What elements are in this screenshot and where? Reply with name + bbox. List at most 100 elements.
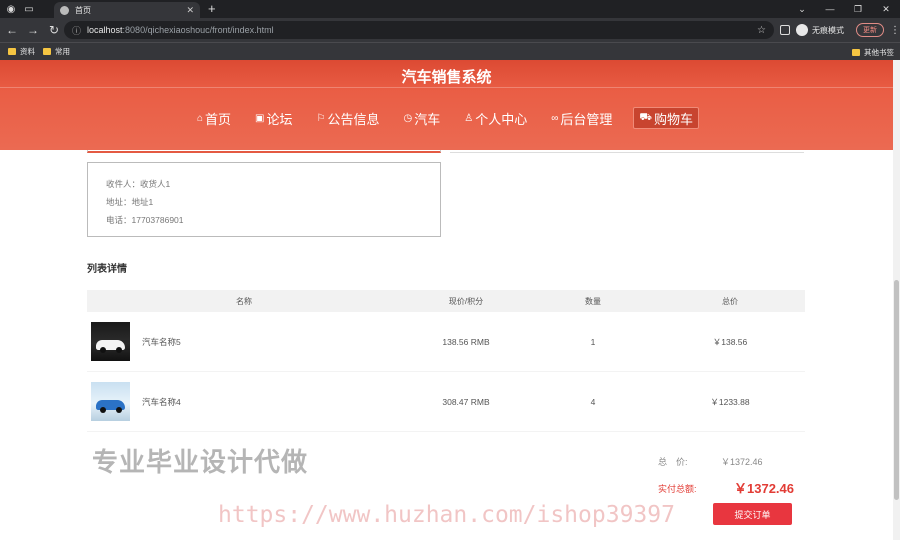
nav-label: 论坛 — [266, 111, 293, 127]
receiver-text: 收件人：收货人1 — [106, 179, 171, 189]
info-icon[interactable]: ⓘ — [72, 24, 81, 37]
scrollbar-thumb[interactable] — [894, 280, 899, 500]
site-header: 汽车销售系统 ⌂ 首页 ▣ 论坛 ⚐ 公告信息 ◷ 汽车 ♙ 个人中心 ∞ 后台管理 ⛟ 购物… — [0, 60, 893, 150]
chevron-down-icon[interactable]: ⌄ — [788, 0, 816, 18]
header-qty: 数量 — [585, 296, 601, 306]
watermark-text: 专业毕业设计代做 — [92, 447, 309, 477]
nav-item-notice[interactable]: ⚐ 公告信息 — [314, 107, 383, 129]
folder-icon — [43, 48, 51, 55]
window-controls: ⌄ — ❐ ✕ — [788, 0, 900, 18]
close-tab-icon[interactable]: ✕ — [186, 5, 194, 16]
total-value: ￥1372.46 — [721, 457, 763, 467]
nav-item-cart[interactable]: ⛟ 购物车 — [633, 107, 699, 129]
other-bookmarks[interactable]: 其他书签 — [852, 47, 894, 58]
forward-arrow-icon[interactable]: → — [24, 23, 42, 37]
restore-icon[interactable]: ❐ — [844, 0, 872, 18]
update-button[interactable]: 更新 — [856, 23, 884, 37]
nav-label: 购物车 — [653, 111, 693, 127]
total-label: 总 价: — [658, 457, 688, 467]
submit-order-button[interactable]: 提交订单 — [713, 503, 792, 525]
bookmark-folder-ziliao[interactable]: 资料 — [8, 46, 35, 57]
browser-toolbar: ← → ↻ ⓘ localhost:8080/qichexiaoshouc/fr… — [0, 18, 900, 42]
watermark-url: https://www.huzhan.com/ishop39397 — [218, 502, 675, 528]
flag-icon: ⚐ — [316, 112, 326, 124]
nav-label: 后台管理 — [560, 111, 613, 127]
paid-value: ￥1372.46 — [734, 481, 794, 496]
browser-tab-bar: ◉ ▭ 首页 ✕ + ⌄ — ❐ ✕ — [0, 0, 900, 18]
address-card-selected[interactable] — [87, 150, 441, 153]
car-thumbnail[interactable] — [91, 382, 130, 421]
site-title: 汽车销售系统 — [401, 69, 492, 86]
url-host: localhost — [87, 25, 123, 35]
clock-icon: ◷ — [403, 112, 413, 124]
cell-qty: 1 — [590, 336, 596, 347]
tab-strip-icon[interactable]: ▭ — [22, 2, 36, 16]
car-thumbnail[interactable] — [91, 322, 130, 361]
bookmark-folder-changyong[interactable]: 常用 — [43, 46, 70, 57]
phone-text: 电话：17703786901 — [106, 215, 184, 225]
product-name: 汽车名称4 — [142, 396, 181, 407]
wheel — [116, 347, 122, 353]
cart-icon: ⛟ — [639, 111, 652, 123]
star-icon[interactable]: ☆ — [757, 25, 766, 36]
incognito-indicator[interactable]: 无痕模式 — [796, 24, 844, 36]
bookmark-label: 常用 — [55, 47, 70, 56]
bookmark-label: 资料 — [20, 47, 35, 56]
list-title: 列表详情 — [87, 264, 127, 275]
nav-item-home[interactable]: ⌂ 首页 — [194, 107, 234, 129]
table-row: 汽车名称4 308.47 RMB 4 ￥1233.88 — [87, 372, 805, 432]
other-bookmarks-label: 其他书签 — [864, 48, 894, 57]
nav-item-car[interactable]: ◷ 汽车 — [401, 107, 444, 129]
url-text: localhost:8080/qichexiaoshouc/front/inde… — [87, 25, 274, 35]
header-price: 现价/积分 — [448, 296, 484, 306]
url-path: :8080/qichexiaoshouc/front/index.html — [122, 25, 274, 35]
new-tab-button[interactable]: + — [208, 0, 216, 18]
cell-price: 308.47 RMB — [442, 396, 490, 407]
browser-tab-active[interactable]: 首页 ✕ — [54, 2, 200, 18]
nav-item-forum[interactable]: ▣ 论坛 — [252, 107, 295, 129]
table-header: 名称 现价/积分 数量 总价 — [87, 290, 805, 312]
user-icon: ♙ — [464, 112, 474, 124]
nav-label: 公告信息 — [327, 111, 380, 127]
cell-qty: 4 — [590, 396, 596, 407]
nav-item-user-center[interactable]: ♙ 个人中心 — [461, 107, 530, 129]
cell-total: ￥138.56 — [712, 336, 748, 347]
url-input[interactable]: ⓘ localhost:8080/qichexiaoshouc/front/in… — [64, 21, 774, 39]
table-row: 汽车名称5 138.56 RMB 1 ￥138.56 — [87, 312, 805, 372]
product-name: 汽车名称5 — [142, 336, 181, 347]
bookmarks-bar: 资料 常用 其他书签 — [0, 42, 900, 60]
close-window-icon[interactable]: ✕ — [872, 0, 900, 18]
nav-item-admin[interactable]: ∞ 后台管理 — [548, 107, 615, 129]
minimize-icon[interactable]: — — [816, 0, 844, 18]
browser-right-tools: 无痕模式 更新 ⋮ — [780, 18, 900, 42]
side-panel-icon[interactable] — [780, 25, 790, 35]
header-name: 名称 — [236, 296, 252, 306]
wheel — [100, 407, 106, 413]
tab-title: 首页 — [75, 5, 91, 15]
address-card[interactable]: 收件人：收货人1 地址：地址1 电话：17703786901 — [87, 162, 441, 237]
address-card-other[interactable] — [450, 150, 804, 153]
reload-icon[interactable]: ↻ — [45, 23, 63, 37]
cell-name: 汽车名称4 — [87, 382, 401, 421]
nav-label: 汽车 — [414, 111, 441, 127]
back-arrow-icon[interactable]: ← — [3, 23, 21, 37]
menu-icon[interactable]: ⋮ — [890, 25, 900, 36]
home-icon: ⌂ — [196, 112, 204, 124]
header-divider — [0, 87, 893, 88]
cell-name: 汽车名称5 — [87, 322, 401, 361]
incognito-label: 无痕模式 — [812, 25, 844, 35]
cell-price: 138.56 RMB — [442, 336, 490, 347]
nav-label: 首页 — [205, 111, 232, 127]
wheel — [116, 407, 122, 413]
header-total: 总价 — [722, 296, 738, 306]
main-nav: ⌂ 首页 ▣ 论坛 ⚐ 公告信息 ◷ 汽车 ♙ 个人中心 ∞ 后台管理 ⛟ 购物车 — [0, 107, 893, 129]
favicon-icon — [60, 5, 69, 15]
nav-label: 个人中心 — [475, 111, 528, 127]
forum-icon: ▣ — [255, 112, 265, 124]
globe-icon[interactable]: ◉ — [4, 2, 18, 16]
avatar — [796, 24, 808, 36]
link-icon: ∞ — [551, 112, 559, 124]
cell-total: ￥1233.88 — [710, 396, 750, 407]
paid-label: 实付总额: — [658, 484, 697, 494]
order-table: 名称 现价/积分 数量 总价 汽车名称5 138.56 RMB 1 ￥138.5… — [87, 290, 805, 432]
